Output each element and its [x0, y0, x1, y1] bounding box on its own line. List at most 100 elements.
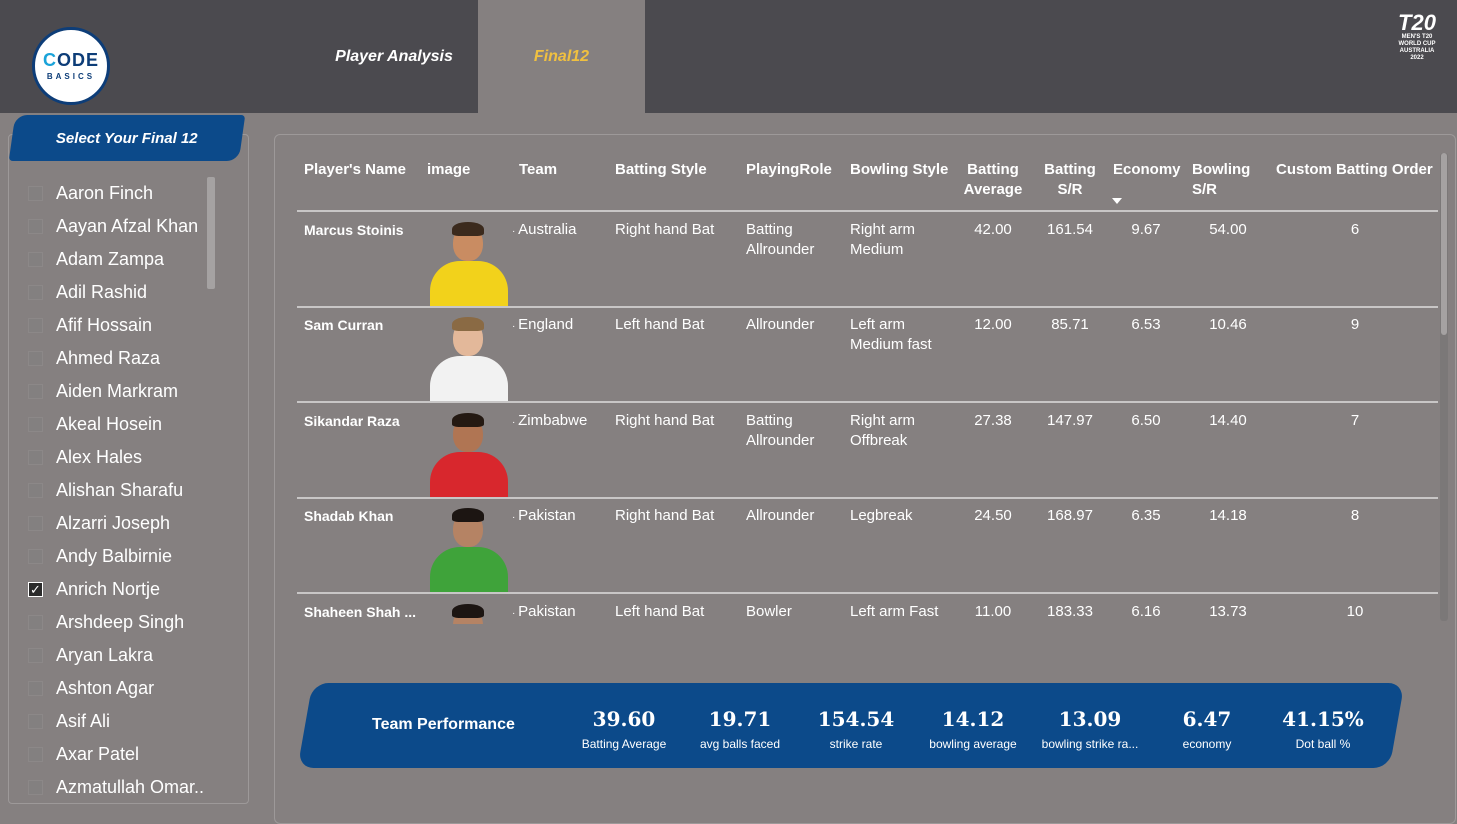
checkbox-icon[interactable] [28, 714, 43, 729]
col-header-batting-style[interactable]: Batting Style [615, 160, 707, 180]
cell-batting-average: 12.00 [974, 316, 1012, 333]
kpi-value: 19.71 [708, 707, 772, 731]
cell-custom-order: 8 [1350, 507, 1360, 524]
cell-economy: 6.50 [1131, 412, 1161, 429]
kpi-label: avg balls faced [699, 737, 781, 751]
cell-batting-sr: 183.33 [1047, 603, 1093, 620]
kpi-label: strike rate [829, 737, 883, 751]
kpi-card: 39.60 Batting Average [559, 705, 689, 751]
cell-playing-role: Batting Allrounder [746, 221, 815, 258]
cell-batting-average: 24.50 [974, 507, 1012, 524]
player-photo [426, 599, 512, 624]
cell-bowling-style: Right arm Offbreak [850, 412, 916, 449]
col-header-custom-batting-order[interactable]: Custom Batting Order [1276, 160, 1433, 180]
slicer-item-label: Ashton Agar [56, 678, 155, 698]
cell-batting-style: Right hand Bat [615, 507, 715, 524]
cell-batting-style: Right hand Bat [615, 221, 715, 238]
kpi-card: 41.15% Dot ball % [1258, 705, 1388, 751]
table-row[interactable]: Marcus Stoinis · Australia Right hand Bat B… [0, 212, 1457, 307]
slicer-item-label: Azmatullah Omar.. [56, 777, 205, 797]
slicer-item[interactable]: Azmatullah Omar.. [28, 771, 218, 804]
tab-player-analysis[interactable]: Player Analysis [310, 0, 478, 113]
cell-team: · Pakistan [512, 603, 576, 620]
col-header-batting-sr[interactable]: Batting S/R [1040, 160, 1100, 200]
cell-player-name: Sam Curran [304, 317, 384, 333]
cell-playing-role: Allrounder [746, 507, 815, 524]
cell-team: · Australia [512, 221, 577, 238]
kpi-value: 154.54 [817, 707, 895, 731]
col-header-playing-role[interactable]: PlayingRole [746, 160, 832, 180]
cell-economy: 6.53 [1131, 316, 1161, 333]
cell-player-name: Shadab Khan [304, 508, 394, 524]
col-header-team[interactable]: Team [519, 160, 557, 180]
cell-team: · Pakistan [512, 507, 576, 524]
player-photo [426, 408, 512, 498]
cell-batting-sr: 161.54 [1047, 221, 1093, 238]
slicer-item-label: Aryan Lakra [56, 645, 154, 665]
cell-bowling-sr: 54.00 [1209, 221, 1247, 238]
slicer-item[interactable]: Aryan Lakra [28, 639, 218, 672]
cell-batting-sr: 85.71 [1051, 316, 1089, 333]
col-header-bowling-sr[interactable]: Bowling S/R [1192, 160, 1250, 200]
table-scrollbar-thumb[interactable] [1441, 153, 1447, 335]
cell-batting-average: 11.00 [974, 603, 1012, 620]
cell-batting-average: 27.38 [974, 412, 1012, 429]
player-photo [426, 503, 512, 593]
kpi-value: 14.12 [941, 707, 1005, 731]
slicer-item[interactable]: Aaron Finch [28, 177, 218, 210]
kpi-value: 39.60 [592, 707, 656, 731]
slicer-item-label: Axar Patel [56, 744, 140, 764]
table-row[interactable]: Shadab Khan · Pakistan Right hand Bat Allro… [0, 498, 1457, 593]
checkbox-icon[interactable] [28, 780, 43, 795]
cell-player-name: Shaheen Shah ... [304, 604, 417, 620]
cell-bowling-style: Left arm Medium fast [850, 316, 932, 353]
cell-bowling-sr: 14.18 [1209, 507, 1247, 524]
table-row[interactable]: Shaheen Shah ... · Pakistan Left hand Bat B… [0, 594, 1457, 624]
kpi-label: Dot ball % [1295, 737, 1351, 751]
cell-economy: 6.16 [1131, 603, 1161, 620]
kpi-card: 14.12 bowling average [908, 705, 1038, 751]
slicer-item[interactable]: Ashton Agar [28, 672, 218, 705]
checkbox-icon[interactable] [28, 747, 43, 762]
codebasics-logo: CODE BASICS [32, 27, 110, 105]
col-header-image[interactable]: image [427, 160, 470, 180]
cell-bowling-sr: 14.40 [1209, 412, 1247, 429]
checkbox-icon[interactable] [28, 648, 43, 663]
cell-bowling-style: Right arm Medium [850, 221, 916, 258]
tab-final12[interactable]: Final12 [478, 0, 645, 113]
cell-player-name: Sikandar Raza [304, 413, 400, 429]
cell-batting-style: Left hand Bat [615, 316, 705, 333]
kpi-card: 6.47 economy [1142, 705, 1272, 751]
cell-bowling-style: Legbreak [850, 507, 913, 524]
cell-batting-sr: 147.97 [1047, 412, 1093, 429]
t20-world-cup-logo: T20 MEN'S T20 WORLD CUP AUSTRALIA 2022 [1398, 10, 1436, 62]
kpi-value: 6.47 [1182, 707, 1232, 731]
cell-economy: 6.35 [1131, 507, 1161, 524]
table-row[interactable]: Sikandar Raza · Zimbabwe Right hand Bat Bat… [0, 403, 1457, 498]
checkbox-icon[interactable] [28, 681, 43, 696]
col-header-name[interactable]: Player's Name [304, 160, 406, 180]
cell-bowling-sr: 10.46 [1209, 316, 1247, 333]
col-header-batting-average[interactable]: Batting Average [960, 160, 1026, 200]
kpi-card: 13.09 bowling strike ra... [1025, 705, 1155, 751]
cell-custom-order: 7 [1350, 412, 1360, 429]
team-performance-title: Team Performance [372, 716, 515, 733]
kpi-label: Batting Average [581, 737, 667, 751]
cell-batting-style: Left hand Bat [615, 603, 705, 620]
slicer-item[interactable]: Axar Patel [28, 738, 218, 771]
cell-economy: 9.67 [1131, 221, 1161, 238]
col-header-bowling-style[interactable]: Bowling Style [850, 160, 948, 180]
table-row[interactable]: Sam Curran · England Left hand Bat Allround… [0, 307, 1457, 402]
col-header-economy[interactable]: Economy [1113, 160, 1181, 180]
cell-player-name: Marcus Stoinis [304, 222, 404, 238]
sort-descending-icon[interactable] [1112, 198, 1122, 204]
kpi-label: economy [1182, 737, 1232, 751]
checkbox-icon[interactable] [28, 186, 43, 201]
slicer-item[interactable]: Asif Ali [28, 705, 218, 738]
player-photo [426, 217, 512, 307]
kpi-card: 19.71 avg balls faced [675, 705, 805, 751]
cell-team: · England [512, 316, 574, 333]
kpi-value: 13.09 [1058, 707, 1122, 731]
cell-playing-role: Batting Allrounder [746, 412, 815, 449]
cell-custom-order: 9 [1350, 316, 1360, 333]
